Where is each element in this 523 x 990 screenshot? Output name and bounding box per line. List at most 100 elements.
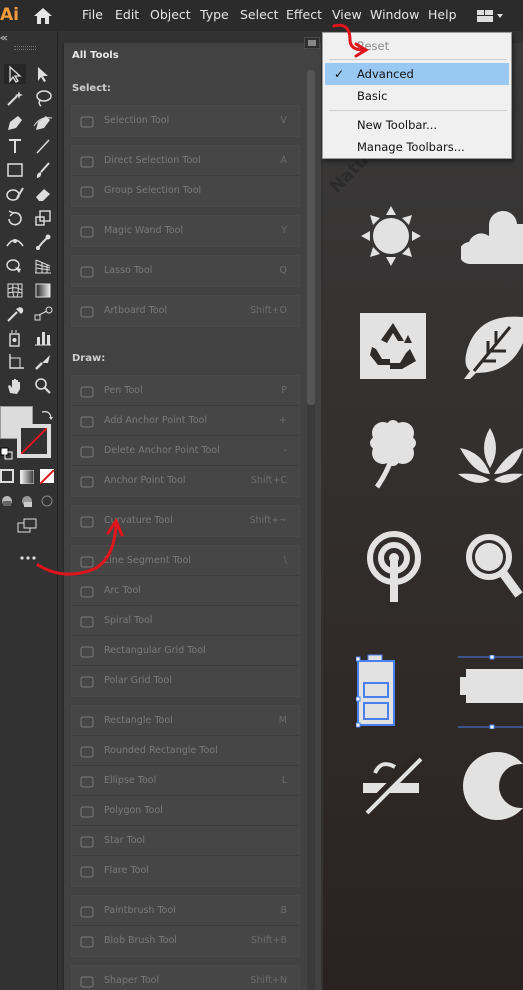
perspective-grid-tool-icon[interactable] [32,256,54,276]
direct-selection-tool-icon[interactable] [32,64,54,84]
hand-tool-icon[interactable] [4,376,26,396]
tool-row[interactable]: Pen Tool P [72,376,299,406]
draw-behind-icon[interactable] [20,493,34,507]
sun-icon[interactable] [358,203,424,269]
menu-window[interactable]: Window [370,7,419,23]
menu-edit[interactable]: Edit [115,7,139,23]
rectangle-tool-icon[interactable] [4,160,26,180]
shaper-tool-icon[interactable] [4,184,26,204]
type-tool-icon[interactable] [4,136,26,156]
width-tool-icon[interactable] [4,232,26,252]
app-logo: Ai [0,5,19,25]
tool-row[interactable]: Group Selection Tool [72,176,299,206]
horizontal-battery-icon[interactable] [458,655,523,729]
panel-scrollbar[interactable] [307,70,315,990]
draw-inside-icon[interactable] [40,493,54,507]
puppet-warp-tool-icon[interactable] [32,232,54,252]
four-leaf-clover-icon[interactable] [365,415,421,491]
slice-tool-icon[interactable] [32,352,54,372]
mesh-tool-icon[interactable] [4,280,26,300]
line-segment-tool-icon[interactable] [32,136,54,156]
color-mode-icon[interactable] [0,469,14,483]
tool-row[interactable]: Delete Anchor Point Tool - [72,436,299,466]
menu-item-reset[interactable]: Reset [325,35,509,57]
blend-tool-icon[interactable] [32,304,54,324]
recycle-icon[interactable] [360,313,426,379]
tool-row[interactable]: Paintbrush Tool B [72,896,299,926]
eyedropper-tool-icon[interactable] [4,304,26,324]
symbol-sprayer-tool-icon[interactable] [4,328,26,348]
tool-row[interactable]: Anchor Point Tool Shift+C [72,466,299,496]
scroll-thumb[interactable] [307,70,315,405]
shape-builder-tool-icon[interactable] [4,256,26,276]
tool-row[interactable]: Rounded Rectangle Tool [72,736,299,766]
menu-file[interactable]: File [82,7,103,23]
default-fill-stroke-icon[interactable] [0,445,13,460]
tool-row[interactable]: Polygon Tool [72,796,299,826]
magnifier-icon[interactable] [463,531,523,603]
tool-row[interactable]: Lasso Tool Q [72,256,299,286]
lasso-tool-icon[interactable] [32,88,54,108]
none-mode-icon[interactable] [39,469,55,485]
tool-row[interactable]: Rectangular Grid Tool [72,636,299,666]
menu-view[interactable]: View [332,7,362,23]
leaf-icon[interactable] [460,313,523,379]
magic-wand-tool-icon[interactable] [4,88,26,108]
antenna-signal-icon[interactable] [365,530,423,602]
tool-row[interactable]: Selection Tool V [72,106,299,136]
panel-menu-icon[interactable] [303,34,321,50]
stroke-swatch[interactable] [17,424,51,458]
tool-row[interactable]: Shaper Tool Shift+N [72,966,299,990]
toolbar-grip[interactable] [14,46,36,50]
menu-item-new-toolbar[interactable]: New Toolbar... [325,114,509,136]
menu-item-manage-toolbars[interactable]: Manage Toolbars... [325,136,509,158]
rotate-tool-icon[interactable] [4,208,26,228]
tool-row[interactable]: Flare Tool [72,856,299,886]
screen-mode-icon[interactable] [16,517,40,535]
collapse-icon[interactable] [0,33,58,43]
tool-row[interactable]: Ellipse Tool L [72,766,299,796]
column-graph-tool-icon[interactable] [32,328,54,348]
tool-row[interactable]: Magic Wand Tool Y [72,216,299,246]
artboard-canvas[interactable]: Nature [323,43,523,990]
menu-help[interactable]: Help [428,7,457,23]
gradient-mode-icon[interactable] [19,469,35,485]
workspace-switcher-icon[interactable] [476,8,504,24]
paintbrush-tool-icon[interactable] [32,160,54,180]
plant-leaves-icon[interactable] [458,418,523,488]
selection-tool-icon[interactable] [4,64,26,84]
tool-row[interactable]: Artboard Tool Shift+O [72,296,299,326]
tool-row[interactable]: Blob Brush Tool Shift+B [72,926,299,956]
tool-row[interactable]: Line Segment Tool \ [72,546,299,576]
pen-tool-icon[interactable] [4,112,26,132]
menu-select[interactable]: Select [240,7,279,23]
draw-normal-icon[interactable] [0,493,14,507]
no-smoking-icon[interactable] [361,753,423,815]
curvature-tool-icon[interactable] [32,112,54,132]
eraser-tool-icon[interactable] [32,184,54,204]
swap-fill-stroke-icon[interactable] [40,407,54,421]
edit-toolbar-icon[interactable] [18,548,38,560]
menu-effect[interactable]: Effect [286,7,322,23]
tool-row[interactable]: Direct Selection Tool A [72,146,299,176]
tool-row[interactable]: Arc Tool [72,576,299,606]
tool-row[interactable]: Polar Grid Tool [72,666,299,696]
tool-row[interactable]: Rectangle Tool M [72,706,299,736]
menu-item-advanced[interactable]: ✓ Advanced [325,63,509,85]
battery-icon-selected[interactable] [356,653,400,729]
tool-row[interactable]: Add Anchor Point Tool + [72,406,299,436]
crescent-moon-icon[interactable] [461,750,523,822]
artboard-tool-icon[interactable] [4,352,26,372]
cloud-icon[interactable] [461,206,523,266]
home-icon[interactable] [33,7,53,25]
tool-row[interactable]: Spiral Tool [72,606,299,636]
zoom-tool-icon[interactable] [32,376,54,396]
tool-row[interactable]: Curvature Tool Shift+~ [72,506,299,536]
tool-row[interactable]: Star Tool [72,826,299,856]
menu-object[interactable]: Object [150,7,191,23]
shaper-tool-icon [79,974,95,988]
menu-item-basic[interactable]: Basic [325,85,509,107]
gradient-tool-icon[interactable] [32,280,54,300]
menu-type[interactable]: Type [200,7,229,23]
scale-tool-icon[interactable] [32,208,54,228]
